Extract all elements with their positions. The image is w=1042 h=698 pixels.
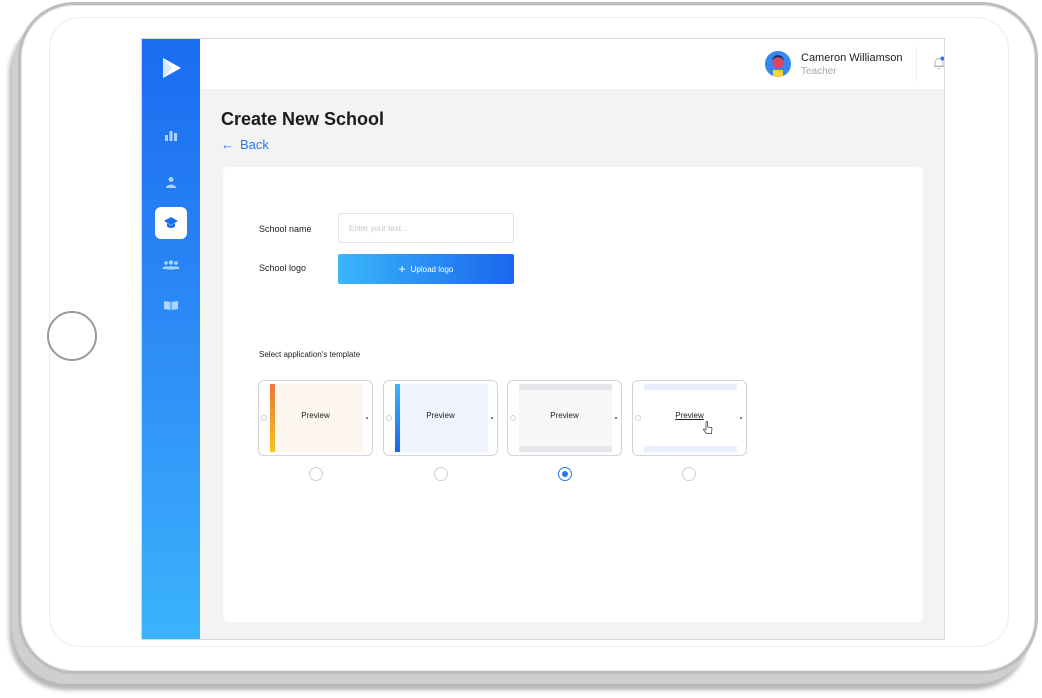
user-name: Cameron Williamson [801, 52, 903, 64]
arrow-left-icon: ← [221, 137, 234, 152]
sidebar [142, 39, 200, 639]
upload-logo-button[interactable]: + Upload logo [338, 254, 514, 284]
bell-icon[interactable] [932, 56, 944, 75]
pointer-cursor-icon [703, 421, 713, 440]
template-preview-label: Preview [675, 411, 704, 420]
template-footer-bar [644, 446, 737, 452]
template-card[interactable]: Preview [258, 380, 373, 456]
avatar[interactable] [765, 51, 791, 77]
template-header-bar [519, 384, 612, 390]
sidebar-item-schools[interactable] [155, 207, 187, 239]
plus-icon: + [398, 262, 406, 276]
template-header-bar [644, 384, 737, 390]
template-radio[interactable] [309, 467, 323, 481]
app-logo-icon[interactable] [160, 56, 184, 80]
template-card[interactable]: Preview [507, 380, 622, 456]
sidebar-item-analytics[interactable] [155, 119, 187, 151]
back-label: Back [240, 137, 269, 152]
template-footer-bar [519, 446, 612, 452]
template-radio[interactable] [682, 467, 696, 481]
template-preview-label: Preview [426, 411, 455, 420]
form-card: School name School logo + Upload logo Sel… [223, 167, 923, 622]
book-icon [164, 301, 178, 310]
user-role: Teacher [801, 66, 837, 77]
user-icon [166, 177, 176, 188]
template-preview-label: Preview [301, 411, 330, 420]
school-name-label: School name [259, 224, 312, 234]
graduation-cap-icon [164, 217, 178, 228]
home-button[interactable] [47, 311, 97, 361]
page-title: Create New School [221, 109, 385, 129]
bar-chart-icon [165, 131, 177, 141]
template-section-label: Select application's template [259, 350, 361, 359]
template-radio[interactable] [434, 467, 448, 481]
template-card[interactable]: Preview [632, 380, 747, 456]
school-logo-label: School logo [259, 263, 307, 273]
template-preview-label: Preview [550, 411, 579, 420]
users-icon [162, 260, 180, 270]
sidebar-item-groups[interactable] [155, 249, 187, 281]
sidebar-item-library[interactable] [155, 289, 187, 321]
school-name-input[interactable] [338, 213, 514, 243]
template-radio-selected[interactable] [558, 467, 572, 481]
upload-logo-label: Upload logo [410, 264, 454, 274]
sidebar-item-profile[interactable] [155, 166, 187, 198]
top-bar: Cameron Williamson Teacher [200, 39, 944, 89]
template-card[interactable]: Preview [383, 380, 498, 456]
app-screen: Cameron Williamson Teacher Create New Sc… [141, 38, 945, 640]
back-link[interactable]: ← Back [221, 137, 269, 152]
topbar-divider [916, 47, 917, 81]
